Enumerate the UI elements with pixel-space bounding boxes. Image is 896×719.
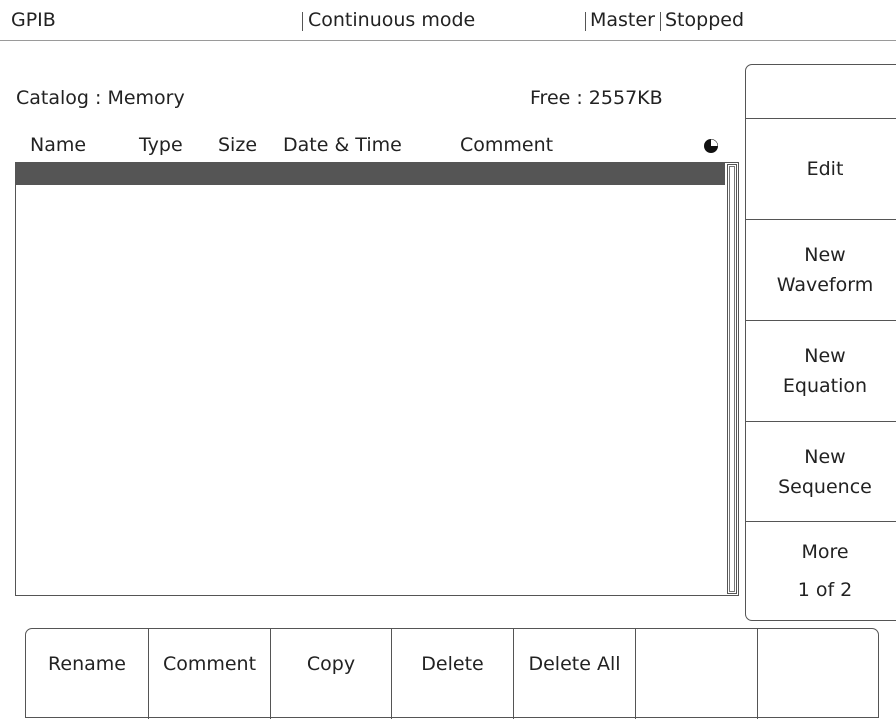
status-mode: Continuous mode: [308, 9, 476, 31]
status-divider: [660, 12, 661, 31]
delete-label: Delete: [421, 653, 484, 675]
comment-label: Comment: [162, 653, 257, 675]
column-header-size[interactable]: Size: [218, 133, 257, 157]
new-sequence-button[interactable]: New Sequence: [746, 421, 896, 522]
more-button[interactable]: More 1 of 2: [746, 521, 896, 620]
edit-button[interactable]: Edit: [746, 118, 896, 219]
page-indicator: 1 of 2: [797, 579, 853, 601]
selected-row-highlight[interactable]: [16, 163, 725, 185]
column-header-date-time[interactable]: Date & Time: [283, 133, 402, 157]
bottom-softkey-blank-2[interactable]: [758, 629, 878, 699]
status-bar: GPIB Continuous mode Master Stopped: [0, 0, 896, 41]
side-softkey-blank[interactable]: [746, 65, 896, 118]
new-sequence-label-line2: Sequence: [778, 476, 872, 498]
status-divider: [585, 12, 586, 31]
new-equation-label-line1: New: [804, 345, 846, 367]
copy-button[interactable]: Copy: [271, 629, 391, 699]
edit-label: Edit: [806, 158, 844, 180]
status-divider: [302, 12, 303, 31]
status-role: Master: [590, 9, 655, 31]
copy-label: Copy: [306, 653, 356, 675]
new-waveform-label-line1: New: [804, 244, 846, 266]
new-sequence-label-line1: New: [804, 446, 846, 468]
side-softkey-menu: Edit New Waveform New Equation New Seque…: [745, 64, 896, 621]
bottom-softkey-menu: Rename Comment Copy Delete Delete All: [25, 628, 879, 719]
free-space-label: Free : 2557KB: [530, 87, 663, 109]
rename-button[interactable]: Rename: [26, 629, 148, 699]
delete-all-label: Delete All: [528, 653, 621, 675]
catalog-title: Catalog : Memory: [16, 87, 185, 109]
comment-button[interactable]: Comment: [149, 629, 270, 699]
delete-all-button[interactable]: Delete All: [514, 629, 635, 699]
knob-icon: [704, 139, 718, 153]
column-header-name[interactable]: Name: [30, 133, 86, 157]
more-label: More: [801, 541, 849, 563]
new-equation-button[interactable]: New Equation: [746, 320, 896, 421]
column-header-type[interactable]: Type: [139, 133, 183, 157]
status-interface: GPIB: [11, 9, 56, 31]
rename-label: Rename: [48, 653, 126, 675]
delete-button[interactable]: Delete: [392, 629, 513, 699]
list-scrollbar[interactable]: [727, 164, 737, 594]
new-waveform-button[interactable]: New Waveform: [746, 219, 896, 320]
status-state: Stopped: [665, 9, 745, 31]
file-list[interactable]: [15, 162, 739, 596]
bottom-softkey-blank-1[interactable]: [636, 629, 757, 699]
new-waveform-label-line2: Waveform: [776, 274, 874, 296]
scrollbar-thumb[interactable]: [729, 166, 735, 592]
column-header-comment[interactable]: Comment: [460, 133, 553, 157]
new-equation-label-line2: Equation: [782, 375, 868, 397]
